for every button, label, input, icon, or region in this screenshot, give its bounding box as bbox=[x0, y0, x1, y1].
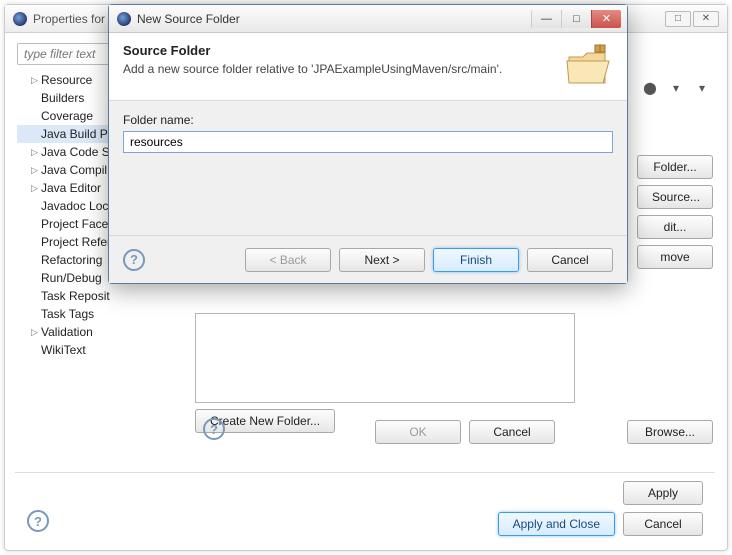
tree-item-label: Project Refer bbox=[41, 235, 111, 249]
tree-item-label: Java Compil bbox=[41, 163, 107, 177]
tree-item-label: Project Face bbox=[41, 217, 108, 231]
add-folder-button[interactable]: Folder... bbox=[637, 155, 713, 179]
tree-item[interactable]: Task Tags bbox=[17, 305, 179, 323]
tree-item-label: Builders bbox=[41, 91, 84, 105]
tree-item-label: Resource bbox=[41, 73, 92, 87]
finish-button[interactable]: Finish bbox=[433, 248, 519, 272]
tree-item-label: Java Editor bbox=[41, 181, 101, 195]
back-nav-icon[interactable]: ⬤ bbox=[639, 77, 661, 99]
minimize-icon[interactable]: — bbox=[531, 10, 561, 28]
tree-item-label: Java Build Pa bbox=[41, 127, 114, 141]
close-icon[interactable]: ✕ bbox=[693, 11, 719, 27]
tree-item-label: Validation bbox=[41, 325, 93, 339]
tree-item[interactable]: ▷Validation bbox=[17, 323, 179, 341]
help-icon[interactable]: ? bbox=[203, 418, 225, 440]
apply-and-close-button[interactable]: Apply and Close bbox=[498, 512, 615, 536]
footer-help-icon[interactable]: ? bbox=[27, 510, 49, 532]
dialog-footer: ? < Back Next > Finish Cancel bbox=[109, 235, 627, 283]
tree-item-label: Refactoring bbox=[41, 253, 102, 267]
dialog-header: Source Folder Add a new source folder re… bbox=[109, 33, 627, 101]
dialog-window-title: New Source Folder bbox=[137, 12, 240, 26]
expand-arrow-icon[interactable]: ▷ bbox=[31, 165, 41, 176]
dialog-help-icon[interactable]: ? bbox=[123, 249, 145, 271]
tree-item-label: Coverage bbox=[41, 109, 93, 123]
folder-name-input[interactable] bbox=[123, 131, 613, 153]
folder-name-label: Folder name: bbox=[123, 113, 613, 127]
dialog-description: Add a new source folder relative to 'JPA… bbox=[123, 62, 502, 76]
forward-nav-icon[interactable]: ▾ bbox=[665, 77, 687, 99]
mid-dialog-buttons: OK Cancel bbox=[375, 420, 555, 444]
menu-dropdown-icon[interactable]: ▾ bbox=[691, 77, 713, 99]
tree-item-label: Task Reposit bbox=[41, 289, 110, 303]
folder-list-panel bbox=[195, 313, 575, 403]
eclipse-icon bbox=[13, 12, 27, 26]
maximize-icon[interactable]: □ bbox=[665, 11, 691, 27]
expand-arrow-icon[interactable]: ▷ bbox=[31, 327, 41, 338]
tree-item-label: Run/Debug bbox=[41, 271, 102, 285]
properties-title-text: Properties for bbox=[33, 5, 105, 33]
dialog-window-controls: — □ ✕ bbox=[531, 10, 621, 28]
window-controls: □ ✕ bbox=[665, 11, 719, 27]
remove-button[interactable]: move bbox=[637, 245, 713, 269]
right-buttons: Folder... Source... dit... move bbox=[637, 155, 713, 269]
tree-item-label: Task Tags bbox=[41, 307, 94, 321]
tree-item-label: Javadoc Loc bbox=[41, 199, 108, 213]
expand-arrow-icon[interactable]: ▷ bbox=[31, 75, 41, 86]
apply-button[interactable]: Apply bbox=[623, 481, 703, 505]
close-icon[interactable]: ✕ bbox=[591, 10, 621, 28]
expand-arrow-icon[interactable]: ▷ bbox=[31, 147, 41, 158]
dialog-body: Folder name: bbox=[109, 101, 627, 165]
tree-item-label: Java Code St bbox=[41, 145, 113, 159]
properties-footer: ? Apply Apply and Close Cancel bbox=[15, 472, 715, 540]
maximize-icon[interactable]: □ bbox=[561, 10, 591, 28]
next-button[interactable]: Next > bbox=[339, 248, 425, 272]
eclipse-icon bbox=[117, 12, 131, 26]
header-toolbar: ⬤ ▾ ▾ bbox=[639, 77, 713, 99]
tree-item-label: WikiText bbox=[41, 343, 86, 357]
cancel-button[interactable]: Cancel bbox=[527, 248, 613, 272]
dialog-heading: Source Folder bbox=[123, 43, 502, 58]
footer-cancel-button[interactable]: Cancel bbox=[623, 512, 703, 536]
expand-arrow-icon[interactable]: ▷ bbox=[31, 183, 41, 194]
edit-button[interactable]: dit... bbox=[637, 215, 713, 239]
back-button: < Back bbox=[245, 248, 331, 272]
ok-button: OK bbox=[375, 420, 461, 444]
tree-item[interactable]: Task Reposit bbox=[17, 287, 179, 305]
link-source-button[interactable]: Source... bbox=[637, 185, 713, 209]
tree-item[interactable]: WikiText bbox=[17, 341, 179, 359]
browse-button[interactable]: Browse... bbox=[627, 420, 713, 444]
new-source-folder-dialog: New Source Folder — □ ✕ Source Folder Ad… bbox=[108, 4, 628, 284]
cancel-button[interactable]: Cancel bbox=[469, 420, 555, 444]
folder-wizard-icon bbox=[565, 43, 613, 90]
dialog-titlebar: New Source Folder — □ ✕ bbox=[109, 5, 627, 33]
